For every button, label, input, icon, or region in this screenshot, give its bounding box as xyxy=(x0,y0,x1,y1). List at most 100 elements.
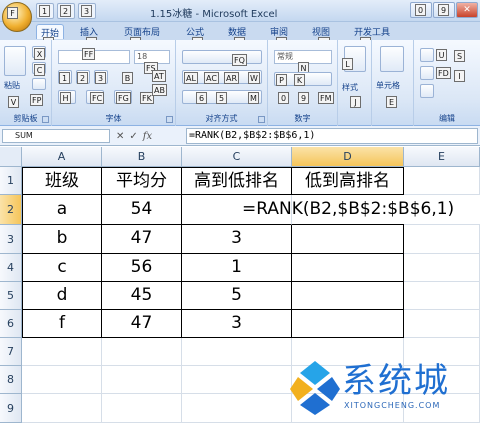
cell-c6[interactable]: 3 xyxy=(182,310,292,338)
cell-d4[interactable] xyxy=(292,254,404,282)
column-header-b[interactable]: B xyxy=(102,147,182,167)
keytip-undo: 2 xyxy=(60,5,71,17)
row-header-8[interactable]: 8 xyxy=(0,366,22,394)
redo-button[interactable]: 3 xyxy=(78,3,96,19)
paste-icon[interactable] xyxy=(4,46,26,76)
cell-c3[interactable]: 3 xyxy=(182,225,292,254)
tab-insert[interactable]: 插入 N xyxy=(80,25,98,49)
row-header-9[interactable]: 9 xyxy=(0,394,22,423)
office-button[interactable]: F xyxy=(2,2,32,32)
cell-c7[interactable] xyxy=(182,338,292,366)
cell-b9[interactable] xyxy=(102,394,182,423)
cell-b3[interactable]: 47 xyxy=(102,225,182,254)
cell-a1[interactable]: 班级 xyxy=(22,167,102,195)
cell-a8[interactable] xyxy=(22,366,102,394)
cell-a7[interactable] xyxy=(22,338,102,366)
cell-b8[interactable] xyxy=(102,366,182,394)
autosum-icon[interactable] xyxy=(420,48,434,62)
group-font: FF 18 FS 1 2 3 B H FC FG FK AT AB 字体 xyxy=(52,40,176,126)
cell-a4[interactable]: c xyxy=(22,254,102,282)
keytip-orientation: FQ xyxy=(232,54,247,66)
keytip-cut: X xyxy=(34,48,45,60)
tab-data[interactable]: 数据 A xyxy=(228,25,246,49)
tab-view[interactable]: 视图 W xyxy=(312,25,330,49)
keytip-grow-font: B xyxy=(122,72,133,84)
cell-a5[interactable]: d xyxy=(22,282,102,310)
format-painter-icon[interactable] xyxy=(32,78,46,90)
formula-input[interactable]: =RANK(B2,$B$2:$B$6,1) xyxy=(186,128,478,144)
cell-d3[interactable] xyxy=(292,225,404,254)
tab-formulas[interactable]: 公式 M xyxy=(186,25,204,49)
keytip-copy: C xyxy=(34,64,45,76)
cell-c4[interactable]: 1 xyxy=(182,254,292,282)
cell-a6[interactable]: f xyxy=(22,310,102,338)
formula-bar: SUM ✕ ✓ fx =RANK(B2,$B$2:$B$6,1) xyxy=(0,126,480,146)
row-header-3[interactable]: 3 xyxy=(0,225,22,254)
name-box[interactable]: SUM xyxy=(2,129,110,143)
cell-a9[interactable] xyxy=(22,394,102,423)
cell-d1[interactable]: 低到高排名 xyxy=(292,167,404,195)
row-header-2[interactable]: 2 xyxy=(0,195,22,225)
tab-page-layout[interactable]: 页面布局 P xyxy=(124,25,160,49)
cell-b1[interactable]: 平均分 xyxy=(102,167,182,195)
fill-icon[interactable] xyxy=(420,66,434,80)
cell-d6[interactable] xyxy=(292,310,404,338)
column-header-d[interactable]: D xyxy=(292,147,404,167)
cell-a3[interactable]: b xyxy=(22,225,102,254)
cell-e1[interactable] xyxy=(404,167,480,195)
keytip-styles-j: J xyxy=(350,96,361,108)
cancel-icon[interactable]: ✕ xyxy=(116,131,124,142)
row-header-5[interactable]: 5 xyxy=(0,282,22,310)
keytip-styles-l: L xyxy=(342,58,353,70)
group-clipboard: 粘贴 V X C FP 剪贴板 xyxy=(0,40,52,126)
close-button[interactable]: ✕ xyxy=(456,2,478,18)
paste-label: 粘贴 xyxy=(4,81,20,90)
column-header-a[interactable]: A xyxy=(22,147,102,167)
cells-icon[interactable] xyxy=(380,46,404,72)
keytip-font-name: FF xyxy=(82,48,96,60)
tab-home[interactable]: 开始 H xyxy=(36,24,65,49)
cell-b2[interactable]: 54 xyxy=(102,195,182,225)
undo-button[interactable]: 2 xyxy=(57,3,75,19)
row-header-6[interactable]: 6 xyxy=(0,310,22,338)
row-header-7[interactable]: 7 xyxy=(0,338,22,366)
window-controls: 0 9 ✕ xyxy=(410,2,478,18)
group-editing: U FD S I 编辑 xyxy=(414,40,480,126)
keytip-align-left: AL xyxy=(184,72,198,84)
cell-b7[interactable] xyxy=(102,338,182,366)
cell-b5[interactable]: 45 xyxy=(102,282,182,310)
cell-e5[interactable] xyxy=(404,282,480,310)
cell-b6[interactable]: 47 xyxy=(102,310,182,338)
clear-icon[interactable] xyxy=(420,84,434,98)
cell-e4[interactable] xyxy=(404,254,480,282)
number-format-value: 常规 xyxy=(277,52,293,61)
select-all-corner[interactable] xyxy=(0,147,22,167)
cell-c1[interactable]: 高到低排名 xyxy=(182,167,292,195)
save-button[interactable]: 1 xyxy=(36,3,54,19)
row-header-4[interactable]: 4 xyxy=(0,254,22,282)
tab-developer[interactable]: 开发工具 L xyxy=(354,25,390,49)
restore-button[interactable]: 9 xyxy=(433,2,455,18)
cell-e6[interactable] xyxy=(404,310,480,338)
cell-a2[interactable]: a xyxy=(22,195,102,225)
column-header-c[interactable]: C xyxy=(182,147,292,167)
insert-function-icon[interactable]: fx xyxy=(143,131,152,142)
cell-e3[interactable] xyxy=(404,225,480,254)
keytip-office: F xyxy=(7,7,18,19)
row-header-1[interactable]: 1 xyxy=(0,167,22,195)
group-label-number: 数字 xyxy=(294,114,311,123)
cell-c9[interactable] xyxy=(182,394,292,423)
font-launcher-icon[interactable] xyxy=(166,116,173,123)
vertical-align-icons[interactable] xyxy=(182,50,262,64)
tab-review[interactable]: 审阅 R xyxy=(270,25,288,49)
column-header-e[interactable]: E xyxy=(404,147,480,167)
cell-c8[interactable] xyxy=(182,366,292,394)
alignment-launcher-icon[interactable] xyxy=(258,116,265,123)
cell-c5[interactable]: 5 xyxy=(182,282,292,310)
cell-b4[interactable]: 56 xyxy=(102,254,182,282)
clipboard-launcher-icon[interactable] xyxy=(42,116,49,123)
group-alignment: AL AC AR W M 6 5 FQ 对齐方式 xyxy=(176,40,268,126)
cell-d5[interactable] xyxy=(292,282,404,310)
enter-icon[interactable]: ✓ xyxy=(129,131,137,142)
minimize-button[interactable]: 0 xyxy=(410,2,432,18)
